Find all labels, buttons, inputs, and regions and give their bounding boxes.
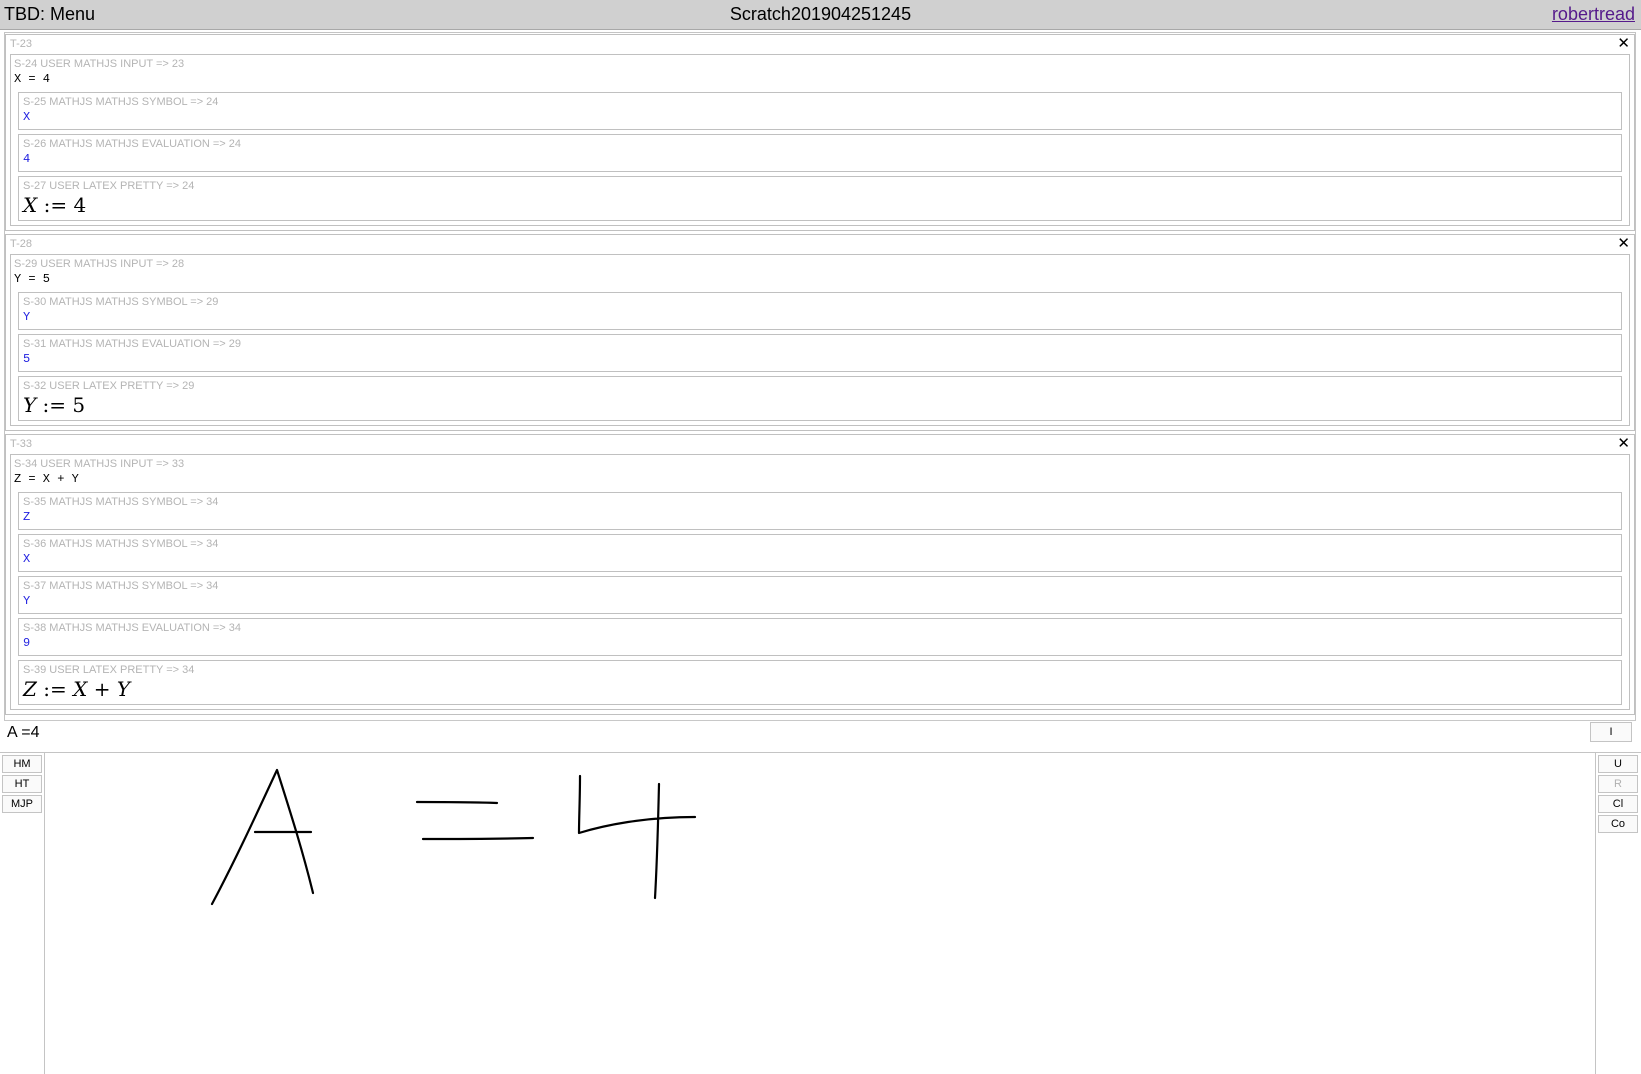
insert-button[interactable]: I: [1590, 722, 1632, 742]
style-label: S-36 MATHJS MATHJS SYMBOL => 34: [23, 538, 219, 550]
close-icon[interactable]: ✕: [1615, 36, 1632, 51]
style-label: S-34 USER MATHJS INPUT => 33: [14, 458, 185, 470]
latex-render: Y := 5: [23, 393, 86, 417]
left-toolbar: HM HT MJP: [0, 753, 45, 1074]
evaluation-style-box: S-31 MATHJS MATHJS EVALUATION => 29 5: [18, 334, 1622, 372]
thought-cell: T-28 ✕ S-29 USER MATHJS INPUT => 28 Y = …: [5, 234, 1635, 431]
formula-input-bar: I: [4, 720, 1636, 746]
right-toolbar: U R Cl Co: [1595, 753, 1641, 1074]
formula-input[interactable]: [7, 724, 1567, 742]
close-icon[interactable]: ✕: [1615, 236, 1632, 251]
input-style-box: S-29 USER MATHJS INPUT => 28 Y = 5 S-30 …: [10, 254, 1630, 426]
style-label: S-37 MATHJS MATHJS SYMBOL => 34: [23, 580, 219, 592]
symbol-style-box: S-36 MATHJS MATHJS SYMBOL => 34 X: [18, 534, 1622, 572]
stylus-pad-area: HM HT MJP U R Cl Co: [0, 752, 1641, 1074]
thought-cell: T-23 ✕ S-24 USER MATHJS INPUT => 23 X = …: [5, 34, 1635, 231]
equals-bottom-stroke: [421, 836, 535, 841]
input-expression: Z = X + Y: [14, 472, 79, 486]
redo-button[interactable]: R: [1598, 775, 1638, 793]
close-icon[interactable]: ✕: [1615, 436, 1632, 451]
symbol-style-box: S-37 MATHJS MATHJS SYMBOL => 34 Y: [18, 576, 1622, 614]
style-label: S-32 USER LATEX PRETTY => 29: [23, 380, 195, 392]
evaluation-value: 9: [23, 636, 31, 650]
notebook-title: Scratch201904251245: [729, 4, 912, 24]
symbol-style-box: S-35 MATHJS MATHJS SYMBOL => 34 Z: [18, 492, 1622, 530]
latex-render: Z := X + Y: [23, 677, 131, 701]
style-label: S-39 USER LATEX PRETTY => 34: [23, 664, 195, 676]
symbol-value: Y: [23, 594, 31, 608]
input-style-box: S-34 USER MATHJS INPUT => 33 Z = X + Y S…: [10, 454, 1630, 710]
handwriting-strokes: [210, 768, 697, 906]
input-style-box: S-24 USER MATHJS INPUT => 23 X = 4 S-25 …: [10, 54, 1630, 226]
equals-top-stroke: [415, 800, 499, 805]
clear-button[interactable]: Cl: [1598, 795, 1638, 813]
style-label: S-30 MATHJS MATHJS SYMBOL => 29: [23, 296, 219, 308]
style-label: S-24 USER MATHJS INPUT => 23: [14, 58, 185, 70]
style-label: S-35 MATHJS MATHJS SYMBOL => 34: [23, 496, 219, 508]
style-label: S-27 USER LATEX PRETTY => 24: [23, 180, 195, 192]
thought-label: T-23: [10, 38, 33, 50]
digit-four-stroke: [577, 774, 697, 900]
user-link[interactable]: robertread: [1552, 4, 1635, 25]
latex-style-box: S-27 USER LATEX PRETTY => 24 X := 4: [18, 176, 1622, 221]
input-expression: Y = 5: [14, 272, 51, 286]
stylus-drawing-canvas[interactable]: [45, 753, 1595, 1074]
latex-style-box: S-32 USER LATEX PRETTY => 29 Y := 5: [18, 376, 1622, 421]
style-label: S-25 MATHJS MATHJS SYMBOL => 24: [23, 96, 219, 108]
style-label: S-29 USER MATHJS INPUT => 28: [14, 258, 185, 270]
color-button[interactable]: Co: [1598, 815, 1638, 833]
mjp-button[interactable]: MJP: [2, 795, 42, 813]
thought-label: T-28: [10, 238, 33, 250]
symbol-style-box: S-30 MATHJS MATHJS SYMBOL => 29 Y: [18, 292, 1622, 330]
symbol-value: X: [23, 110, 31, 124]
thought-cell: T-33 ✕ S-34 USER MATHJS INPUT => 33 Z = …: [5, 434, 1635, 715]
symbol-style-box: S-25 MATHJS MATHJS SYMBOL => 24 X: [18, 92, 1622, 130]
hm-button[interactable]: HM: [2, 755, 42, 773]
notebook-view[interactable]: T-23 ✕ S-24 USER MATHJS INPUT => 23 X = …: [4, 32, 1636, 722]
latex-style-box: S-39 USER LATEX PRETTY => 34 Z := X + Y: [18, 660, 1622, 705]
style-label: S-31 MATHJS MATHJS EVALUATION => 29: [23, 338, 242, 350]
top-bar: TBD: Menu Scratch201904251245 robertread: [0, 0, 1641, 30]
letter-a-stroke: [210, 768, 315, 906]
input-expression: X = 4: [14, 72, 51, 86]
evaluation-value: 4: [23, 152, 31, 166]
evaluation-style-box: S-26 MATHJS MATHJS EVALUATION => 24 4: [18, 134, 1622, 172]
ht-button[interactable]: HT: [2, 775, 42, 793]
latex-render: X := 4: [23, 193, 87, 217]
symbol-value: X: [23, 552, 31, 566]
thought-label: T-33: [10, 438, 33, 450]
style-label: S-26 MATHJS MATHJS EVALUATION => 24: [23, 138, 242, 150]
undo-button[interactable]: U: [1598, 755, 1638, 773]
evaluation-style-box: S-38 MATHJS MATHJS EVALUATION => 34 9: [18, 618, 1622, 656]
symbol-value: Y: [23, 310, 31, 324]
symbol-value: Z: [23, 510, 31, 524]
evaluation-value: 5: [23, 352, 31, 366]
style-label: S-38 MATHJS MATHJS EVALUATION => 34: [23, 622, 242, 634]
